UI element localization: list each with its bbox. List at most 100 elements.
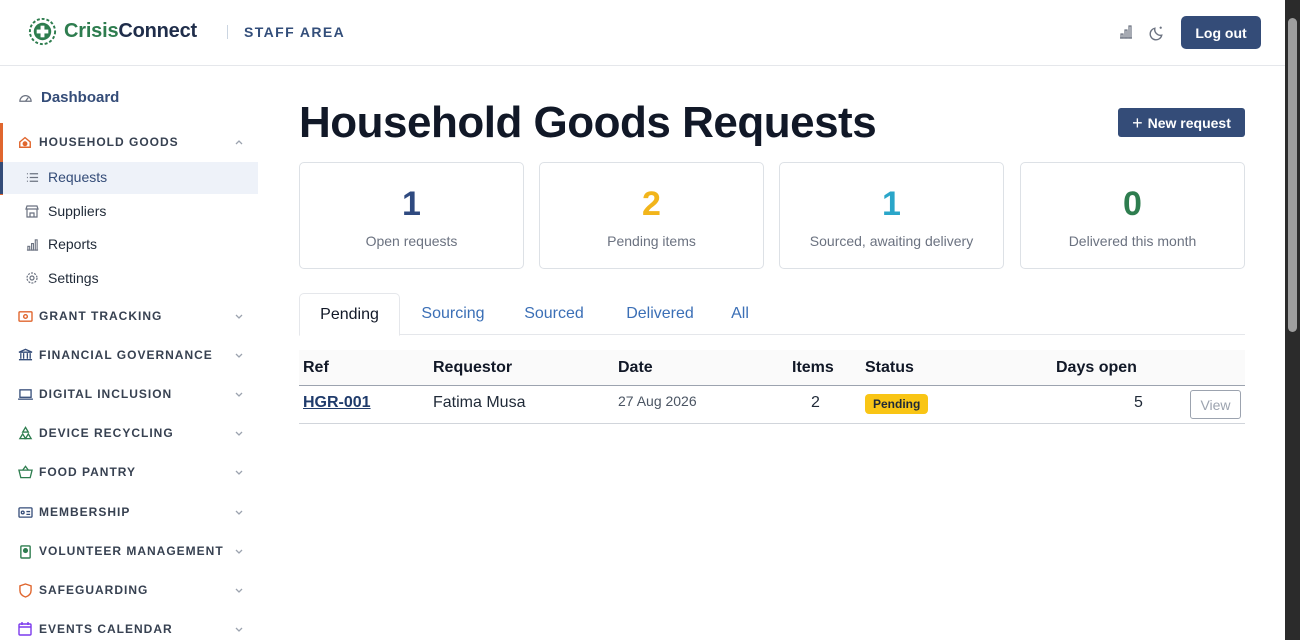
vertical-scrollbar[interactable] — [1285, 0, 1300, 640]
logo-icon — [28, 17, 57, 46]
column-header-status[interactable]: Status — [865, 359, 914, 377]
column-header-days-open[interactable]: Days open — [1056, 359, 1137, 377]
shield-icon — [17, 582, 33, 598]
stat-card-pending-items: 2 Pending items — [539, 162, 764, 269]
section-label: FINANCIAL GOVERNANCE — [39, 348, 213, 362]
basket-icon — [17, 464, 33, 480]
stat-card-open-requests: 1 Open requests — [299, 162, 524, 269]
stat-label: Open requests — [365, 233, 458, 249]
chevron-down-icon — [235, 314, 243, 319]
section-digital-inclusion[interactable]: DIGITAL INCLUSION — [0, 382, 262, 406]
chevron-down-icon — [235, 470, 243, 475]
section-food-pantry[interactable]: FOOD PANTRY — [0, 460, 262, 484]
page-title: Household Goods Requests — [299, 98, 877, 147]
badge-icon — [17, 543, 33, 559]
chart-icon[interactable] — [1116, 22, 1136, 42]
tab-sourced[interactable]: Sourced — [506, 293, 602, 335]
status-badge: Pending — [865, 394, 929, 414]
app-logo[interactable]: CrisisConnect — [27, 16, 197, 47]
column-header-date[interactable]: Date — [618, 359, 653, 377]
section-label: SAFEGUARDING — [39, 583, 149, 597]
calendar-icon — [17, 621, 33, 637]
stat-value: 0 — [1123, 185, 1142, 223]
request-date: 27 Aug 2026 — [618, 393, 697, 409]
sidebar-item-label: Requests — [48, 169, 108, 185]
bar-chart-icon — [25, 237, 39, 251]
tab-delivered[interactable]: Delivered — [605, 293, 715, 335]
request-ref-link[interactable]: HGR-001 — [303, 394, 371, 412]
requestor-name: Fatima Musa — [433, 394, 526, 411]
status-tabs: Pending Sourcing Sourced Delivered All — [299, 293, 1245, 336]
section-safeguarding[interactable]: SAFEGUARDING — [0, 578, 262, 602]
days-open-value: 5 — [1134, 394, 1143, 411]
sidebar-item-suppliers[interactable]: Suppliers — [0, 196, 258, 228]
sidebar-item-settings[interactable]: Settings — [0, 263, 258, 295]
stat-label: Sourced, awaiting delivery — [809, 233, 974, 249]
speedometer-icon — [19, 95, 32, 102]
brand-name: CrisisConnect — [64, 20, 197, 42]
tab-sourcing[interactable]: Sourcing — [403, 293, 503, 335]
sidebar-item-dashboard[interactable]: Dashboard — [18, 89, 119, 106]
stat-value: 2 — [642, 185, 661, 223]
id-card-icon — [17, 504, 33, 520]
stat-value: 1 — [402, 185, 421, 223]
plus-icon: + — [1132, 112, 1143, 133]
section-membership[interactable]: MEMBERSHIP — [0, 500, 262, 524]
section-label: DIGITAL INCLUSION — [39, 387, 173, 401]
stat-label: Delivered this month — [1068, 233, 1197, 249]
section-label: VOLUNTEER MANAGEMENT — [39, 544, 224, 558]
section-label: DEVICE RECYCLING — [39, 426, 174, 440]
area-label: STAFF AREA — [244, 24, 346, 40]
scrollbar-thumb[interactable] — [1288, 18, 1297, 332]
section-label: FOOD PANTRY — [39, 465, 136, 479]
column-header-requestor[interactable]: Requestor — [433, 359, 512, 377]
chevron-up-icon — [235, 140, 243, 145]
stat-label: Pending items — [607, 233, 696, 249]
section-label: GRANT TRACKING — [39, 309, 163, 323]
sidebar-item-label: Settings — [48, 270, 99, 286]
sidebar-item-requests[interactable]: Requests — [0, 162, 258, 194]
bank-icon — [17, 347, 33, 363]
logout-button[interactable]: Log out — [1181, 16, 1261, 49]
table-row: HGR-001 Fatima Musa 27 Aug 2026 2 Pendin… — [299, 386, 1245, 424]
section-label: MEMBERSHIP — [39, 505, 131, 519]
chevron-down-icon — [235, 549, 243, 554]
dashboard-label: Dashboard — [41, 89, 120, 106]
laptop-icon — [17, 386, 33, 402]
section-financial-governance[interactable]: FINANCIAL GOVERNANCE — [0, 343, 262, 367]
moon-icon[interactable] — [1147, 22, 1167, 42]
chevron-down-icon — [235, 588, 243, 593]
section-household-goods[interactable]: HOUSEHOLD GOODS — [0, 130, 262, 154]
chevron-down-icon — [235, 392, 243, 397]
section-volunteer-management[interactable]: VOLUNTEER MANAGEMENT — [0, 539, 262, 563]
tab-all[interactable]: All — [718, 293, 762, 335]
stat-card-sourced: 1 Sourced, awaiting delivery — [779, 162, 1004, 269]
top-header: CrisisConnect STAFF AREA Log out — [0, 0, 1285, 66]
section-events-calendar[interactable]: EVENTS CALENDAR — [0, 617, 262, 640]
house-icon — [17, 134, 33, 150]
shop-icon — [25, 204, 39, 218]
new-request-label: New request — [1147, 114, 1231, 131]
section-label: EVENTS CALENDAR — [39, 622, 173, 636]
sidebar-item-reports[interactable]: Reports — [0, 229, 258, 261]
chevron-down-icon — [235, 353, 243, 358]
sidebar-item-label: Suppliers — [48, 203, 107, 219]
recycle-icon — [17, 425, 33, 441]
gear-icon — [25, 271, 39, 285]
stat-value: 1 — [882, 185, 901, 223]
new-request-button[interactable]: + New request — [1118, 108, 1245, 137]
tab-pending[interactable]: Pending — [299, 293, 400, 336]
list-icon — [25, 170, 39, 184]
chevron-down-icon — [235, 627, 243, 632]
view-button[interactable]: View — [1190, 390, 1241, 419]
money-icon — [17, 308, 33, 324]
header-divider — [227, 25, 228, 39]
column-header-ref[interactable]: Ref — [303, 359, 329, 377]
column-header-items[interactable]: Items — [792, 359, 834, 377]
chevron-down-icon — [235, 431, 243, 436]
sidebar-item-label: Reports — [48, 236, 98, 252]
section-device-recycling[interactable]: DEVICE RECYCLING — [0, 421, 262, 445]
sidebar: Dashboard HOUSEHOLD GOODS Requests Suppl… — [0, 67, 262, 640]
chevron-down-icon — [235, 510, 243, 515]
section-grant-tracking[interactable]: GRANT TRACKING — [0, 304, 262, 328]
